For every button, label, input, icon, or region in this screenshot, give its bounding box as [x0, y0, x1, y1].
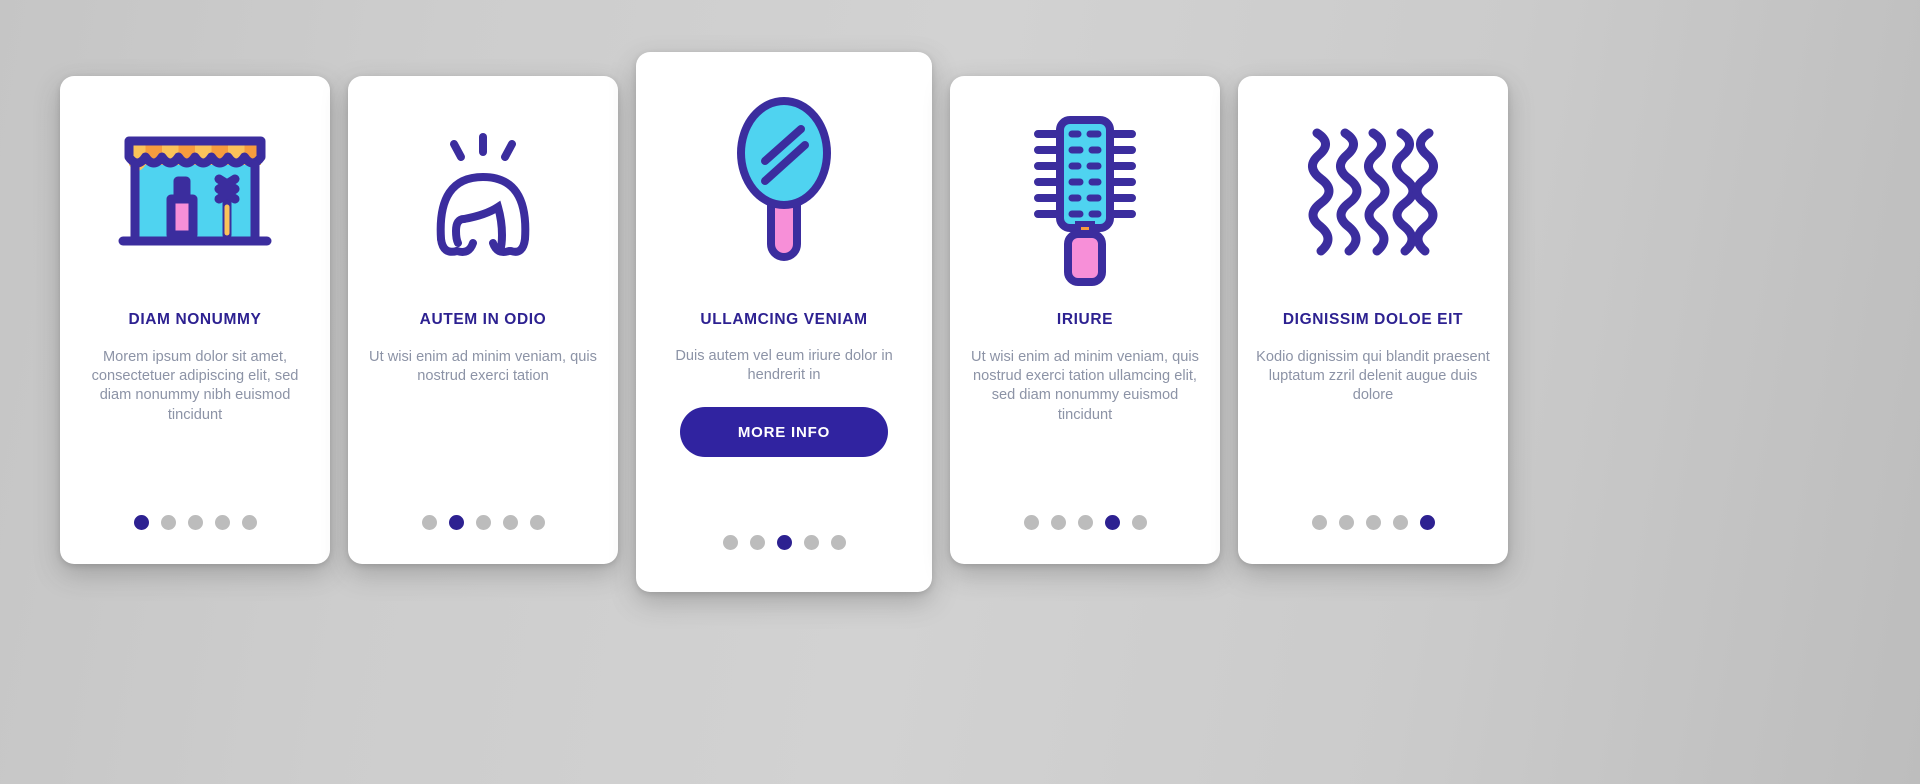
onboarding-screens-stage: DIAM NONUMMY Morem ipsum dolor sit amet,… — [0, 0, 1920, 784]
card-title: AUTEM IN ODIO — [419, 311, 547, 328]
pagination-dot-2[interactable] — [160, 515, 176, 530]
pagination-dot-5[interactable] — [830, 535, 846, 550]
pagination-dot-5[interactable] — [1131, 515, 1147, 530]
card-description: Duis autem vel eum iriure dolor in hendr… — [675, 347, 893, 383]
onboarding-card-4[interactable]: IRIURE Ut wisi enim ad minim veniam, qui… — [950, 76, 1220, 564]
hair-brush-icon — [950, 76, 1220, 312]
pagination-dot-4[interactable] — [1104, 515, 1120, 530]
pagination-dot-5[interactable] — [1419, 515, 1435, 530]
pagination-dot-2[interactable] — [1338, 515, 1354, 530]
card-title: ULLAMCING VENIAM — [700, 311, 868, 328]
pagination-dots[interactable] — [1238, 515, 1508, 530]
pagination-dot-2[interactable] — [1050, 515, 1066, 530]
pagination-dot-2[interactable] — [448, 515, 464, 530]
card-title: IRIURE — [1056, 311, 1114, 328]
wig-hairstyle-icon — [348, 76, 618, 312]
wavy-hair-curls-icon — [1238, 76, 1508, 312]
card-description: Ut wisi enim ad minim veniam, quis nostr… — [369, 348, 597, 384]
card-description: Kodio dignissim qui blandit praesent lup… — [1256, 348, 1490, 404]
more-info-button[interactable]: MORE INFO — [680, 407, 888, 458]
pagination-dot-1[interactable] — [133, 515, 149, 530]
pagination-dot-1[interactable] — [421, 515, 437, 530]
pagination-dot-1[interactable] — [722, 535, 738, 550]
beauty-salon-storefront-icon — [60, 76, 330, 312]
pagination-dot-3[interactable] — [1365, 515, 1381, 530]
pagination-dots[interactable] — [60, 515, 330, 530]
pagination-dot-3[interactable] — [187, 515, 203, 530]
card-title: DIAM NONUMMY — [128, 311, 262, 328]
pagination-dots[interactable] — [636, 535, 932, 550]
pagination-dot-1[interactable] — [1311, 515, 1327, 530]
pagination-dots[interactable] — [950, 515, 1220, 530]
pagination-dot-3[interactable] — [776, 535, 792, 550]
pagination-dot-4[interactable] — [803, 535, 819, 550]
onboarding-card-5[interactable]: DIGNISSIM DOLOE EIT Kodio dignissim qui … — [1238, 76, 1508, 564]
onboarding-card-1[interactable]: DIAM NONUMMY Morem ipsum dolor sit amet,… — [60, 76, 330, 564]
card-description: Ut wisi enim ad minim veniam, quis nostr… — [971, 348, 1199, 423]
pagination-dot-3[interactable] — [1077, 515, 1093, 530]
card-title: DIGNISSIM DOLOE EIT — [1282, 311, 1464, 328]
card-description: Morem ipsum dolor sit amet, consectetuer… — [91, 348, 299, 423]
onboarding-card-3[interactable]: ULLAMCING VENIAM Duis autem vel eum iriu… — [636, 52, 932, 592]
pagination-dot-2[interactable] — [749, 535, 765, 550]
pagination-dot-3[interactable] — [475, 515, 491, 530]
pagination-dot-4[interactable] — [214, 515, 230, 530]
pagination-dot-4[interactable] — [1392, 515, 1408, 530]
pagination-dot-1[interactable] — [1023, 515, 1039, 530]
pagination-dot-5[interactable] — [241, 515, 257, 530]
pagination-dots[interactable] — [348, 515, 618, 530]
onboarding-card-2[interactable]: AUTEM IN ODIO Ut wisi enim ad minim veni… — [348, 76, 618, 564]
pagination-dot-4[interactable] — [502, 515, 518, 530]
pagination-dot-5[interactable] — [529, 515, 545, 530]
hand-mirror-icon — [636, 52, 932, 312]
